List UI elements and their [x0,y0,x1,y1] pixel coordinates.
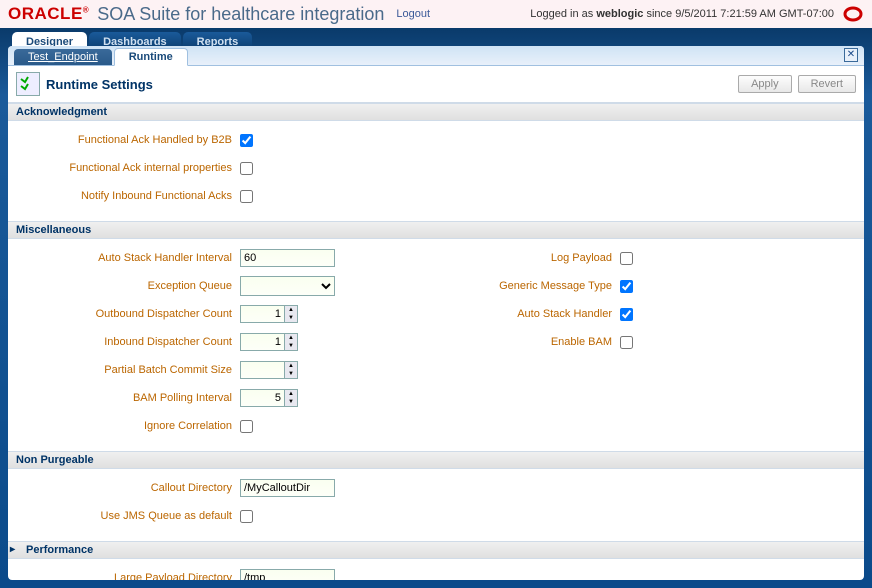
spinner-down-icon[interactable]: ▼ [285,342,297,350]
label-log-payload: Log Payload [440,252,620,264]
oracle-o-icon [842,4,864,24]
label-large-payload-dir: Large Payload Directory [20,572,240,580]
label-ignore-correlation: Ignore Correlation [20,420,240,432]
label-outbound-dispatcher: Outbound Dispatcher Count [20,308,240,320]
section-acknowledgment: Acknowledgment [8,103,864,121]
close-tab-icon[interactable]: ✕ [844,48,858,62]
apply-button[interactable]: Apply [738,75,792,93]
subtab-test-endpoint[interactable]: Test_Endpoint [14,49,112,65]
label-generic-msg-type: Generic Message Type [440,280,620,292]
checkbox-ignore-correlation[interactable] [240,420,253,433]
spinner-up-icon[interactable]: ▲ [285,390,297,398]
content-panel: Test_Endpoint Runtime ✕ Runtime Settings… [8,46,864,580]
spinner-up-icon[interactable]: ▲ [285,306,297,314]
revert-button[interactable]: Revert [798,75,856,93]
label-use-jms: Use JMS Queue as default [20,510,240,522]
checkbox-use-jms[interactable] [240,510,253,523]
input-inbound-dispatcher[interactable] [240,333,285,351]
checkbox-auto-stack-handler[interactable] [620,308,633,321]
label-partial-batch: Partial Batch Commit Size [20,364,240,376]
product-title: SOA Suite for healthcare integration [97,4,384,25]
section-miscellaneous: Miscellaneous [8,221,864,239]
label-functional-ack-internal: Functional Ack internal properties [20,162,240,174]
label-auto-stack-interval: Auto Stack Handler Interval [20,252,240,264]
select-exception-queue[interactable] [240,276,335,296]
app-header: ORACLE® SOA Suite for healthcare integra… [0,0,872,28]
section-non-purgeable: Non Purgeable [8,451,864,469]
settings-scroll-area[interactable]: Acknowledgment Functional Ack Handled by… [8,103,864,580]
spinner-up-icon[interactable]: ▲ [285,362,297,370]
checkbox-functional-ack-internal[interactable] [240,162,253,175]
checkbox-enable-bam[interactable] [620,336,633,349]
spinner-down-icon[interactable]: ▼ [285,314,297,322]
checkbox-log-payload[interactable] [620,252,633,265]
toolbar: Runtime Settings Apply Revert [8,66,864,103]
spinner-down-icon[interactable]: ▼ [285,370,297,378]
label-notify-inbound: Notify Inbound Functional Acks [20,190,240,202]
main-wrap: Designer Dashboards Reports Test_Endpoin… [0,28,872,588]
label-enable-bam: Enable BAM [440,336,620,348]
label-exception-queue: Exception Queue [20,280,240,292]
section-performance: ▸ Performance [8,541,864,559]
label-callout-dir: Callout Directory [20,482,240,494]
spinner-up-icon[interactable]: ▲ [285,334,297,342]
input-outbound-dispatcher[interactable] [240,305,285,323]
toolbar-title: Runtime Settings [46,77,153,92]
runtime-settings-icon [16,72,40,96]
oracle-logo: ORACLE® [8,4,89,24]
subtab-runtime[interactable]: Runtime [114,48,188,66]
input-partial-batch[interactable] [240,361,285,379]
input-auto-stack-interval[interactable] [240,249,335,267]
label-auto-stack-handler: Auto Stack Handler [440,308,620,320]
spinner-down-icon[interactable]: ▼ [285,398,297,406]
checkbox-generic-msg-type[interactable] [620,280,633,293]
input-callout-dir[interactable] [240,479,335,497]
collapse-arrow-icon[interactable]: ▸ [10,544,15,555]
login-info: Logged in as weblogic since 9/5/2011 7:2… [530,8,834,20]
checkbox-functional-ack-b2b[interactable] [240,134,253,147]
label-inbound-dispatcher: Inbound Dispatcher Count [20,336,240,348]
input-large-payload-dir[interactable] [240,569,335,580]
sub-tab-strip: Test_Endpoint Runtime ✕ [8,46,864,66]
checkbox-notify-inbound[interactable] [240,190,253,203]
label-bam-polling: BAM Polling Interval [20,392,240,404]
label-functional-ack-b2b: Functional Ack Handled by B2B [20,134,240,146]
logout-link[interactable]: Logout [396,8,430,20]
input-bam-polling[interactable] [240,389,285,407]
